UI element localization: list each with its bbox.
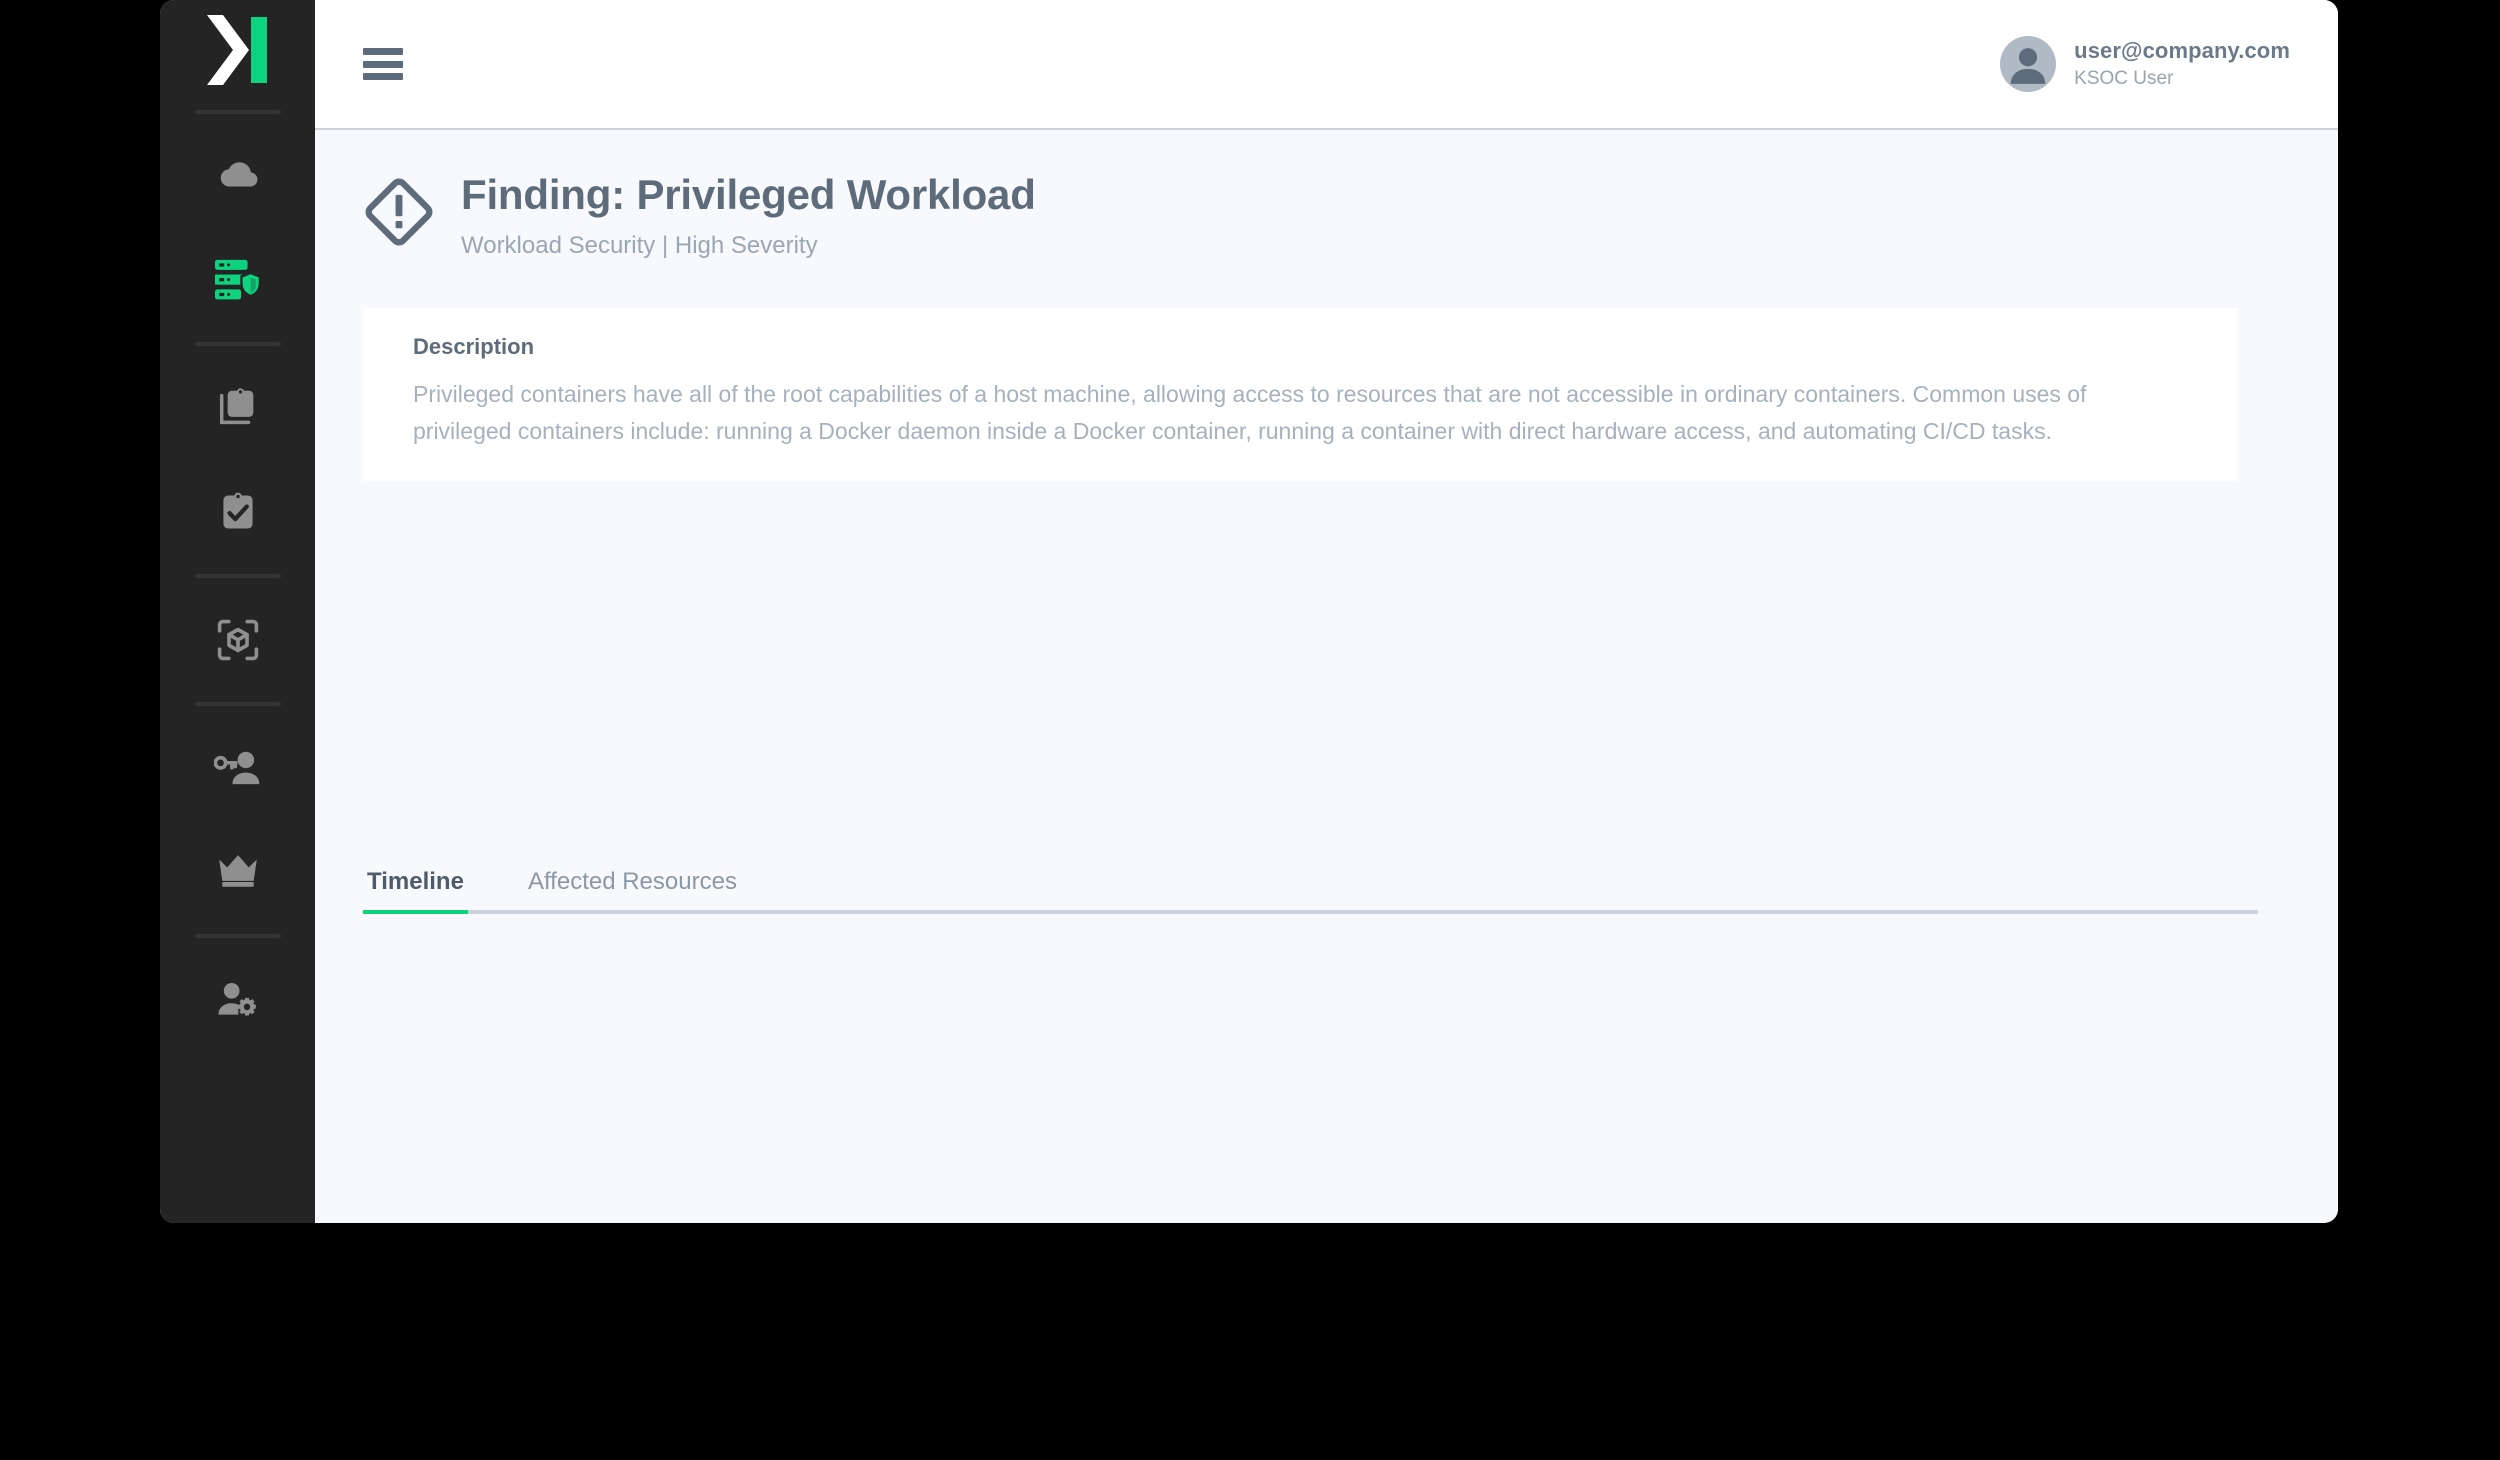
- top-bar: user@company.com KSOC User: [315, 0, 2338, 130]
- description-heading: Description: [413, 334, 535, 360]
- sidebar-divider: [194, 342, 281, 346]
- sidebar-divider: [194, 574, 281, 578]
- sidebar-group: [160, 356, 315, 564]
- sidebar-divider: [194, 110, 281, 114]
- sidebar-item-registry-scan[interactable]: [160, 588, 315, 692]
- logo-bar: [250, 17, 267, 83]
- content-area: Finding: Privileged Workload Workload Se…: [315, 130, 2338, 1223]
- avatar: [2000, 36, 2057, 92]
- clipboard-stack-icon: [219, 388, 253, 425]
- logo-container[interactable]: [160, 0, 315, 100]
- user-menu[interactable]: user@company.com KSOC User: [2000, 36, 2290, 92]
- sidebar-item-privileges[interactable]: [160, 820, 315, 924]
- sidebar-item-workload-security[interactable]: [160, 228, 315, 332]
- sidebar-divider: [194, 934, 281, 938]
- sidebar-item-compliance[interactable]: [160, 460, 315, 564]
- sidebar-group: [160, 124, 315, 332]
- tab-affected-resources[interactable]: Affected Resources: [524, 868, 741, 910]
- cube-scan-icon: [217, 619, 258, 661]
- alert-diamond-icon: [363, 176, 435, 253]
- hamburger-menu-icon[interactable]: [363, 48, 403, 80]
- tab-timeline[interactable]: Timeline: [363, 868, 468, 914]
- app-window: user@company.com KSOC User Finding: Priv…: [160, 0, 2338, 1223]
- page-title: Finding: Privileged Workload: [461, 171, 1036, 218]
- sidebar-group: [160, 948, 315, 1052]
- user-gear-icon: [217, 982, 256, 1016]
- cloud-icon: [220, 162, 257, 187]
- description-card: Description Privileged containers have a…: [363, 308, 2238, 481]
- page-subtitle: Workload Security | High Severity: [461, 232, 818, 260]
- crown-icon: [218, 855, 257, 887]
- main-pane: user@company.com KSOC User Finding: Priv…: [315, 0, 2338, 1223]
- page-titles: Finding: Privileged Workload Workload Se…: [461, 171, 1036, 260]
- user-info: user@company.com KSOC User: [2074, 37, 2290, 90]
- clipboard-check-icon: [222, 492, 253, 529]
- user-role: KSOC User: [2074, 67, 2174, 89]
- page-header: Finding: Privileged Workload Workload Se…: [315, 130, 2338, 260]
- user-email: user@company.com: [2074, 38, 2290, 64]
- sidebar-item-cloud[interactable]: [160, 124, 315, 228]
- logo-chevron-icon: [206, 15, 249, 85]
- description-text: Privileged containers have all of the ro…: [413, 381, 2087, 445]
- sidebar-group: [160, 716, 315, 924]
- user-key-icon: [213, 751, 259, 785]
- sidebar-divider: [194, 702, 281, 706]
- ksoc-logo: [205, 13, 271, 87]
- hamburger-bar: [363, 48, 403, 55]
- sidebar-item-policies[interactable]: [160, 356, 315, 460]
- hamburger-bar: [363, 73, 403, 80]
- server-shield-icon: [214, 259, 261, 300]
- hamburger-bar: [363, 60, 403, 68]
- tabs-section: Timeline Affected Resources: [363, 868, 2258, 1223]
- tab-panel-timeline: [363, 914, 2258, 1223]
- sidebar: [160, 0, 315, 1223]
- sidebar-item-admin-settings[interactable]: [160, 948, 315, 1052]
- tab-list: Timeline Affected Resources: [363, 868, 2258, 914]
- sidebar-group: [160, 588, 315, 692]
- user-avatar-icon: [2010, 48, 2046, 84]
- sidebar-item-identity[interactable]: [160, 716, 315, 820]
